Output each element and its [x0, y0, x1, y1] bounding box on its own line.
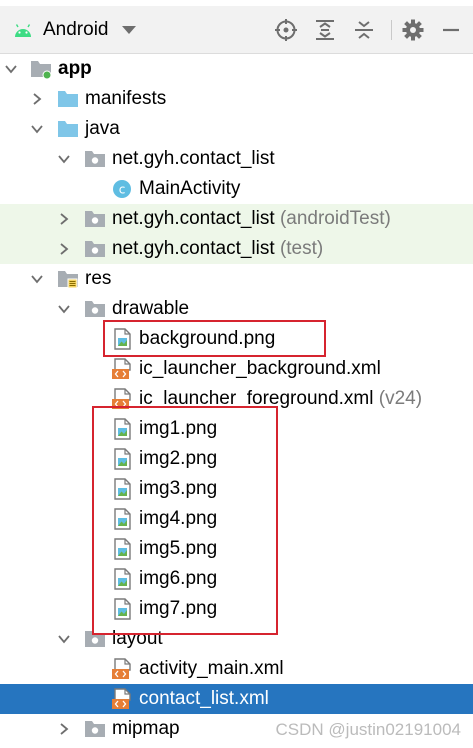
xml-file-icon [111, 358, 133, 380]
tree-node-label: manifests [85, 88, 167, 109]
tree-node-label: net.gyh.contact_list [112, 148, 275, 169]
tree-node-contact-list[interactable]: contact_list.xml [0, 684, 473, 714]
tree-node-main-activity[interactable]: MainActivity [0, 174, 473, 204]
tree-node-img1[interactable]: img1.png [0, 414, 473, 444]
chevron-down-icon[interactable] [4, 62, 18, 76]
image-file-icon [111, 328, 133, 350]
tree-node-label: java [85, 118, 120, 139]
chevron-down-icon[interactable] [57, 632, 71, 646]
tree-node-img3[interactable]: img3.png [0, 474, 473, 504]
tree-node-text: ic_launcher_foreground.xml (v24) [139, 388, 422, 410]
package-icon [84, 208, 106, 230]
image-file-icon [111, 598, 133, 620]
chevron-right-icon[interactable] [57, 722, 71, 736]
tree-node-label: net.gyh.contact_list [112, 208, 275, 229]
xml-file-icon [111, 688, 133, 710]
tree-node-manifests[interactable]: manifests [0, 84, 473, 114]
chevron-right-icon[interactable] [57, 242, 71, 256]
tree-node-label: img4.png [139, 508, 218, 529]
project-view-label: Android [43, 19, 109, 40]
tree-node-package-test[interactable]: net.gyh.contact_list (test) [0, 234, 473, 264]
tree-node-label: img7.png [139, 598, 218, 619]
tree-node-res[interactable]: res [0, 264, 473, 294]
package-icon [84, 238, 106, 260]
image-file-icon [111, 508, 133, 530]
project-view-dropdown[interactable]: Android [12, 15, 136, 45]
collapse-all-icon[interactable] [352, 18, 376, 42]
image-file-icon [111, 568, 133, 590]
tree-node-suffix: (test) [279, 238, 324, 259]
tree-node-layout[interactable]: layout [0, 624, 473, 654]
folder-icon [84, 298, 106, 320]
tree-node-label: background.png [139, 328, 276, 349]
tree-node-img7[interactable]: img7.png [0, 594, 473, 624]
chevron-right-icon[interactable] [57, 212, 71, 226]
tree-node-package-main[interactable]: net.gyh.contact_list [0, 144, 473, 174]
xml-file-icon [111, 658, 133, 680]
image-file-icon [111, 478, 133, 500]
tree-node-img4[interactable]: img4.png [0, 504, 473, 534]
tree-node-label: mipmap [112, 718, 180, 739]
tree-node-java[interactable]: java [0, 114, 473, 144]
tree-node-app[interactable]: app [0, 54, 473, 84]
tree-node-suffix: (androidTest) [279, 208, 391, 229]
tree-node-label: img2.png [139, 448, 218, 469]
chevron-down-icon[interactable] [57, 302, 71, 316]
class-icon [111, 178, 133, 200]
chevron-down-icon[interactable] [57, 152, 71, 166]
tree-node-label: drawable [112, 298, 190, 319]
project-toolbar: Android [0, 6, 473, 54]
resource-folder-icon [57, 268, 79, 290]
dropdown-caret-icon [121, 26, 136, 34]
tree-node-label: net.gyh.contact_list [112, 238, 275, 259]
tree-node-label: activity_main.xml [139, 658, 284, 679]
tree-node-label: ic_launcher_background.xml [139, 358, 381, 379]
folder-icon [57, 118, 79, 140]
tree-node-ic-launcher-foreground[interactable]: ic_launcher_foreground.xml (v24) [0, 384, 473, 414]
folder-icon [84, 628, 106, 650]
module-icon [30, 58, 52, 80]
chevron-right-icon[interactable] [30, 92, 44, 106]
tree-node-label: img5.png [139, 538, 218, 559]
tree-node-label: contact_list.xml [139, 688, 269, 709]
tree-node-label: layout [112, 628, 163, 649]
hide-panel-icon[interactable] [439, 18, 463, 42]
tree-node-package-android-test[interactable]: net.gyh.contact_list (androidTest) [0, 204, 473, 234]
image-file-icon [111, 538, 133, 560]
tree-node-img5[interactable]: img5.png [0, 534, 473, 564]
tree-node-drawable[interactable]: drawable [0, 294, 473, 324]
tree-node-label: img1.png [139, 418, 218, 439]
tree-node-text: net.gyh.contact_list (androidTest) [112, 208, 391, 230]
expand-all-icon[interactable] [313, 18, 337, 42]
package-icon [84, 148, 106, 170]
image-file-icon [111, 418, 133, 440]
tree-node-label: app [58, 58, 92, 79]
image-file-icon [111, 448, 133, 470]
tree-node-img6[interactable]: img6.png [0, 564, 473, 594]
chevron-down-icon[interactable] [30, 272, 44, 286]
android-icon [15, 24, 31, 37]
tree-node-text: net.gyh.contact_list (test) [112, 238, 323, 260]
tree-node-label: ic_launcher_foreground.xml [139, 388, 374, 409]
tree-node-label: img3.png [139, 478, 218, 499]
locate-file-icon[interactable] [274, 18, 298, 42]
tree-node-img2[interactable]: img2.png [0, 444, 473, 474]
folder-icon [84, 718, 106, 740]
tree-node-background-png[interactable]: background.png [0, 324, 473, 354]
toolbar-separator [391, 20, 392, 40]
xml-file-icon [111, 388, 133, 410]
chevron-down-icon[interactable] [30, 122, 44, 136]
tree-node-label: img6.png [139, 568, 218, 589]
watermark: CSDN @justin02191004 [275, 720, 461, 739]
tree-node-suffix: (v24) [378, 388, 423, 409]
gear-icon[interactable] [401, 18, 425, 42]
tree-node-activity-main[interactable]: activity_main.xml [0, 654, 473, 684]
tree-node-label: MainActivity [139, 178, 241, 199]
folder-icon [57, 88, 79, 110]
tree-node-label: res [85, 268, 112, 289]
tree-node-ic-launcher-background[interactable]: ic_launcher_background.xml [0, 354, 473, 384]
